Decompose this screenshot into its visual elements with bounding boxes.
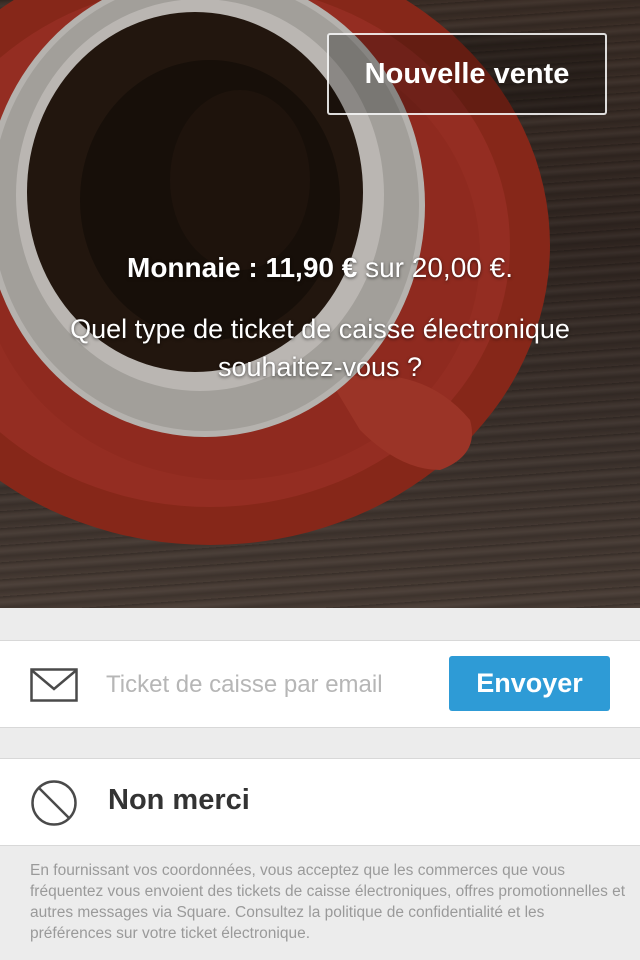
privacy-disclaimer: En fournissant vos coordonnées, vous acc… [30, 862, 626, 942]
new-sale-label: Nouvelle vente [364, 57, 570, 90]
email-receipt-row: Envoyer [0, 640, 640, 728]
new-sale-button[interactable]: Nouvelle vente [327, 33, 607, 115]
envelope-icon [30, 668, 78, 702]
email-input[interactable] [106, 663, 436, 707]
change-due-text: Monnaie : 11,90 € sur 20,00 €. [0, 252, 640, 284]
hero-background: Nouvelle vente Monnaie : 11,90 € sur 20,… [0, 0, 640, 608]
no-entry-icon [31, 780, 77, 826]
receipt-question: Quel type de ticket de caisse électroniq… [70, 314, 570, 382]
receipt-options-panel: Envoyer Non merci En fournissant vos coo… [0, 608, 640, 960]
tendered-amount: sur 20,00 €. [357, 252, 513, 283]
no-receipt-row[interactable]: Non merci [0, 758, 640, 846]
send-button[interactable]: Envoyer [449, 656, 610, 711]
change-amount: Monnaie : 11,90 € [127, 252, 358, 283]
no-receipt-label: Non merci [108, 784, 250, 816]
